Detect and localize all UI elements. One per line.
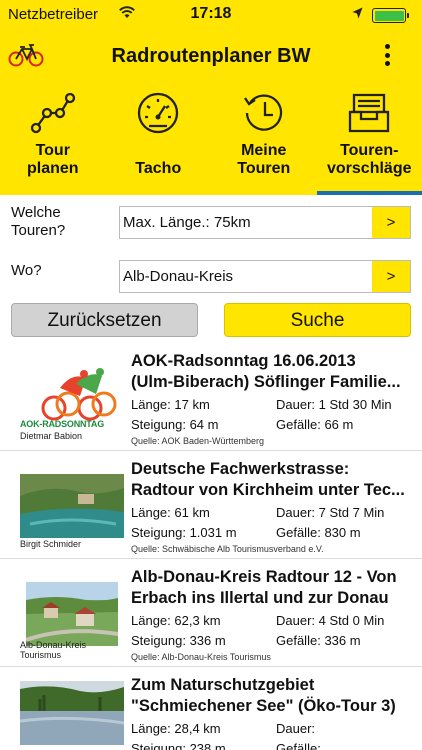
battery-icon [372,8,409,23]
tour-descent: Gefälle: [276,741,321,750]
tab-bar: Tour planen Tacho Meine Touren Touren- v… [0,84,422,195]
photo-credit: Alb-Donau-Kreis Tourismus [20,640,87,660]
tour-climb: Steigung: 336 m [131,633,226,648]
location-arrow-icon [352,7,363,19]
tour-title-line: Erbach ins Illertal und zur Donau [131,589,389,607]
where-value: Alb-Donau-Kreis [123,268,234,285]
tour-title-line: Zum Naturschutzgebiet [131,676,315,694]
tour-title-line: Radtour von Kirchheim unter Tec... [131,481,405,499]
inbox-icon [349,93,390,133]
tour-descent: Gefälle: 830 m [276,525,361,540]
tour-title: AOK-Radsonntag 16.06.2013 (Ulm-Biberach)… [131,351,418,393]
tab-label: Meine Touren [237,142,291,177]
status-bar: Netzbetreiber 17:18 [0,0,422,30]
tab-tacho[interactable]: Tacho [106,84,212,195]
which-tours-value: Max. Länge.: 75km [123,214,251,231]
tab-tourenvorschlaege[interactable]: Touren- vorschläge [316,84,422,195]
list-item[interactable]: Alb-Donau-Kreis Tourismus Alb-Donau-Krei… [0,559,422,667]
search-button[interactable]: Suche [224,303,411,337]
which-tours-field[interactable]: Max. Länge.: 75km > [119,206,411,239]
tour-logo-text: AOK-RADSONNTAG [20,419,105,429]
tour-title: Alb-Donau-Kreis Radtour 12 - Von Erbach … [131,567,418,609]
tour-title-line: Alb-Donau-Kreis Radtour 12 - Von [131,568,397,586]
tour-title: Deutsche Fachwerkstrasse: Radtour von Ki… [131,459,418,501]
more-dot-icon [384,44,390,49]
tour-duration: Dauer: 7 Std 7 Min [276,505,385,520]
tab-label: Touren- vorschläge [327,142,412,177]
tab-label: Tacho [135,160,182,177]
photo-credit: Birgit Schmider [20,539,82,549]
tour-duration: Dauer: 4 Std 0 Min [276,613,385,628]
history-icon [243,94,282,131]
photo-credit: Dietmar Babion [20,431,83,441]
tour-length: Länge: 62,3 km [131,613,221,628]
tour-duration: Dauer: [276,721,316,736]
tour-title-line: AOK-Radsonntag 16.06.2013 [131,352,356,370]
tour-thumbnail [20,681,124,745]
tour-descent: Gefälle: 336 m [276,633,361,648]
which-tours-go-button[interactable]: > [372,207,410,238]
speedometer-icon [138,92,179,134]
more-menu-button[interactable] [378,40,396,70]
more-dot-icon [384,61,390,66]
list-item[interactable]: AOK-RADSONNTAG Dietmar Babion AOK-Radson… [0,343,422,451]
tour-title: Zum Naturschutzgebiet "Schmiechener See"… [131,675,418,717]
tour-thumbnail [20,474,124,538]
tour-length: Länge: 17 km [131,397,210,412]
tour-climb: Steigung: 1.031 m [131,525,237,540]
which-tours-label: Welche Touren? [11,204,66,239]
tour-source: Quelle: AOK Baden-Württemberg [131,436,265,446]
where-go-button[interactable]: > [372,261,410,292]
tour-length: Länge: 28,4 km [131,721,221,736]
tab-tour-planen[interactable]: Tour planen [0,84,106,195]
tour-duration: Dauer: 1 Std 30 Min [276,397,392,412]
tour-source: Quelle: Schwäbische Alb Tourismusverband… [131,544,324,554]
tour-title-line: (Ulm-Biberach) Söflinger Familie... [131,373,401,391]
where-field[interactable]: Alb-Donau-Kreis > [119,260,411,293]
app-title: Radroutenplaner BW [111,45,311,67]
tour-thumbnail: AOK-RADSONNTAG [20,366,124,430]
tour-thumbnail [26,582,118,646]
more-dot-icon [384,52,390,58]
tour-source: Quelle: Alb-Donau-Kreis Tourismus [131,652,271,662]
reset-button[interactable]: Zurücksetzen [11,303,198,337]
where-label: Wo? [11,262,42,279]
list-item[interactable]: Zum Naturschutzgebiet "Schmiechener See"… [0,667,422,750]
tab-label: Tour planen [26,142,79,177]
route-icon [30,92,75,134]
tour-title-line: "Schmiechener See" (Öko-Tour 3) [131,697,396,715]
navigation-bar: Radroutenplaner BW [0,36,422,78]
tour-descent: Gefälle: 66 m [276,417,354,432]
tour-title-line: Deutsche Fachwerkstrasse: [131,460,350,478]
tour-climb: Steigung: 64 m [131,417,219,432]
tour-climb: Steigung: 238 m [131,741,226,750]
tour-length: Länge: 61 km [131,505,210,520]
list-item[interactable]: Birgit Schmider Deutsche Fachwerkstrasse… [0,451,422,559]
tab-meine-touren[interactable]: Meine Touren [211,84,317,195]
